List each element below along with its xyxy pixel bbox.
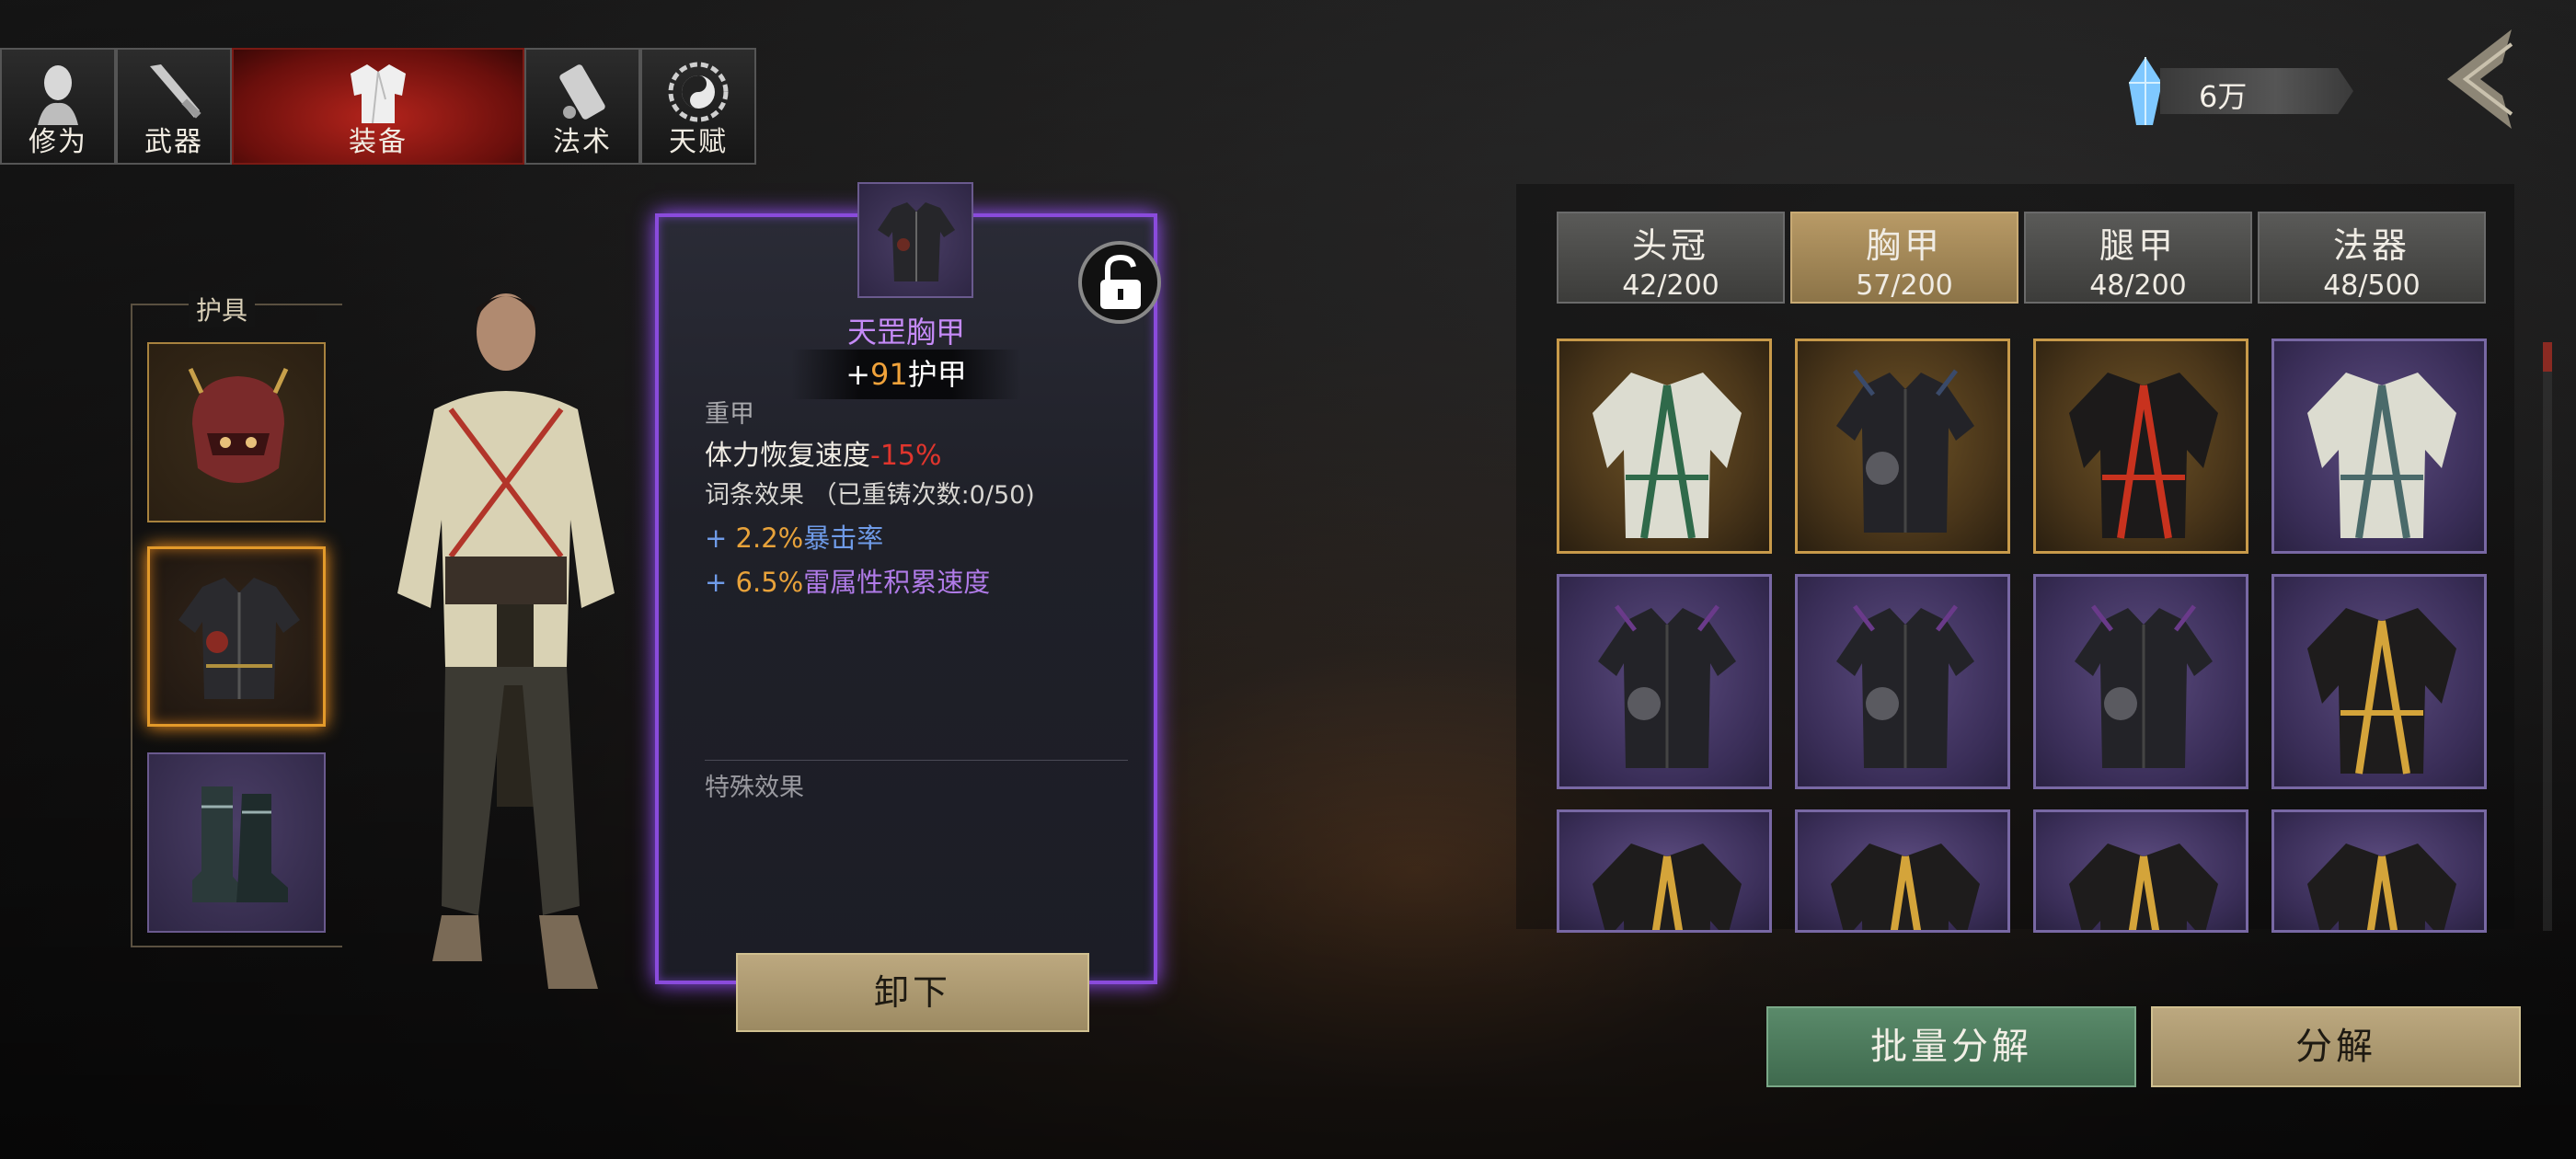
slot-boots[interactable] [147, 752, 326, 933]
armor-slot-title: 护具 [189, 291, 256, 327]
category-tab-crown[interactable]: 头冠 42/200 [1557, 212, 1785, 304]
category-name: 法器 [2332, 225, 2410, 266]
currency-value: 6万 [2199, 79, 2248, 114]
chest-armor-icon [878, 202, 955, 281]
character-model [397, 293, 615, 989]
robe-icon [2307, 373, 2456, 539]
inventory-item[interactable] [2033, 809, 2248, 933]
tab-spells[interactable]: 法术 [524, 48, 640, 165]
penalty-value: -15% [870, 440, 942, 472]
category-name: 腿甲 [2099, 225, 2177, 266]
currency-display: 6万 [2125, 57, 2355, 125]
unlock-icon [1100, 254, 1141, 309]
robe-icon [2307, 608, 2456, 775]
chest-armor-icon [1598, 604, 1736, 768]
chest-armor-icon [1836, 604, 1974, 768]
inventory-item[interactable] [1557, 339, 1772, 554]
item-type: 重甲 [705, 400, 754, 429]
item-name: 天罡胸甲 [846, 315, 965, 350]
robe-icon [1831, 843, 1980, 930]
category-count: 57/200 [1856, 270, 1953, 302]
affix-value: 2.2% [735, 522, 804, 554]
category-tab-legs[interactable]: 腿甲 48/200 [2024, 212, 2252, 304]
slot-helmet[interactable] [147, 342, 326, 522]
scroll-thumb[interactable] [2543, 342, 2552, 372]
inventory-item[interactable] [2033, 339, 2248, 554]
tab-weapon[interactable]: 武器 [116, 48, 232, 165]
category-tab-chest[interactable]: 胸甲 57/200 [1790, 212, 2018, 304]
tab-cultivation[interactable]: 修为 [0, 48, 116, 165]
affix-name: 暴击率 [803, 522, 884, 554]
inventory-item[interactable] [1557, 574, 1772, 789]
scroll-icon [559, 64, 605, 120]
robe-icon [2069, 843, 2218, 930]
unequip-button[interactable]: 卸下 [736, 953, 1089, 1032]
robe-icon [351, 64, 406, 124]
item-main-stat: +91护甲 [791, 350, 1021, 399]
inventory-item[interactable] [2271, 339, 2487, 554]
crystal-icon [2129, 57, 2162, 125]
inventory-scrollbar[interactable] [2543, 342, 2552, 931]
boots-icon [192, 786, 288, 902]
special-effect-header: 特殊效果 [705, 774, 804, 802]
stat-value: 91 [870, 357, 908, 392]
helmet-icon [188, 367, 289, 483]
robe-icon [1593, 373, 1742, 539]
chest-armor-icon [2075, 604, 2213, 768]
item-detail-thumbnail [857, 182, 973, 298]
inventory-item[interactable] [1795, 339, 2010, 554]
category-name: 胸甲 [1865, 225, 1943, 266]
head-icon [38, 65, 78, 125]
item-penalty: 体力恢复速度-15% [705, 432, 942, 473]
back-arrow-icon[interactable] [2438, 26, 2521, 132]
category-count: 48/200 [2089, 270, 2187, 302]
stat-name: 护甲 [907, 357, 967, 392]
robe-icon [2069, 373, 2218, 539]
category-count: 42/200 [1622, 270, 1719, 302]
robe-icon [1593, 843, 1742, 930]
affix-header: 词条效果 （已重铸次数:0/50) [705, 481, 1035, 510]
tab-talent[interactable]: 天赋 [640, 48, 756, 165]
stat-prefix: + [845, 357, 871, 392]
robe-icon [2307, 843, 2456, 930]
chest-armor-icon [1836, 369, 1974, 533]
affix-line: + 6.5%雷属性积累速度 [705, 561, 990, 600]
divider [705, 760, 1128, 761]
inventory-item[interactable] [2271, 809, 2487, 933]
inventory-item[interactable] [1557, 809, 1772, 933]
affix-prefix: + [705, 567, 736, 598]
inventory-item[interactable] [1795, 809, 2010, 933]
chest-armor-icon [178, 578, 300, 699]
inventory-item[interactable] [1795, 574, 2010, 789]
category-count: 48/500 [2323, 270, 2421, 302]
tab-equipment[interactable]: 装备 [232, 48, 524, 165]
yin-yang-icon [668, 62, 729, 122]
currency-bar [2160, 68, 2353, 114]
top-tab-bar: 修为 武器 装备 法术 天赋 [0, 48, 756, 165]
inventory-item[interactable] [2033, 574, 2248, 789]
disassemble-button[interactable]: 分解 [2151, 1006, 2521, 1087]
affix-prefix: + [705, 522, 736, 554]
affix-line: + 2.2%暴击率 [705, 517, 883, 556]
slot-chest-armor[interactable] [147, 546, 326, 727]
affix-name: 雷属性积累速度 [803, 567, 991, 598]
penalty-label: 体力恢复速度 [705, 440, 870, 472]
inventory-item[interactable] [2271, 574, 2487, 789]
category-tab-artifact[interactable]: 法器 48/500 [2258, 212, 2486, 304]
batch-disassemble-button[interactable]: 批量分解 [1766, 1006, 2136, 1087]
weapon-icon [150, 64, 201, 119]
category-name: 头冠 [1631, 225, 1709, 266]
affix-value: 6.5% [735, 567, 804, 598]
